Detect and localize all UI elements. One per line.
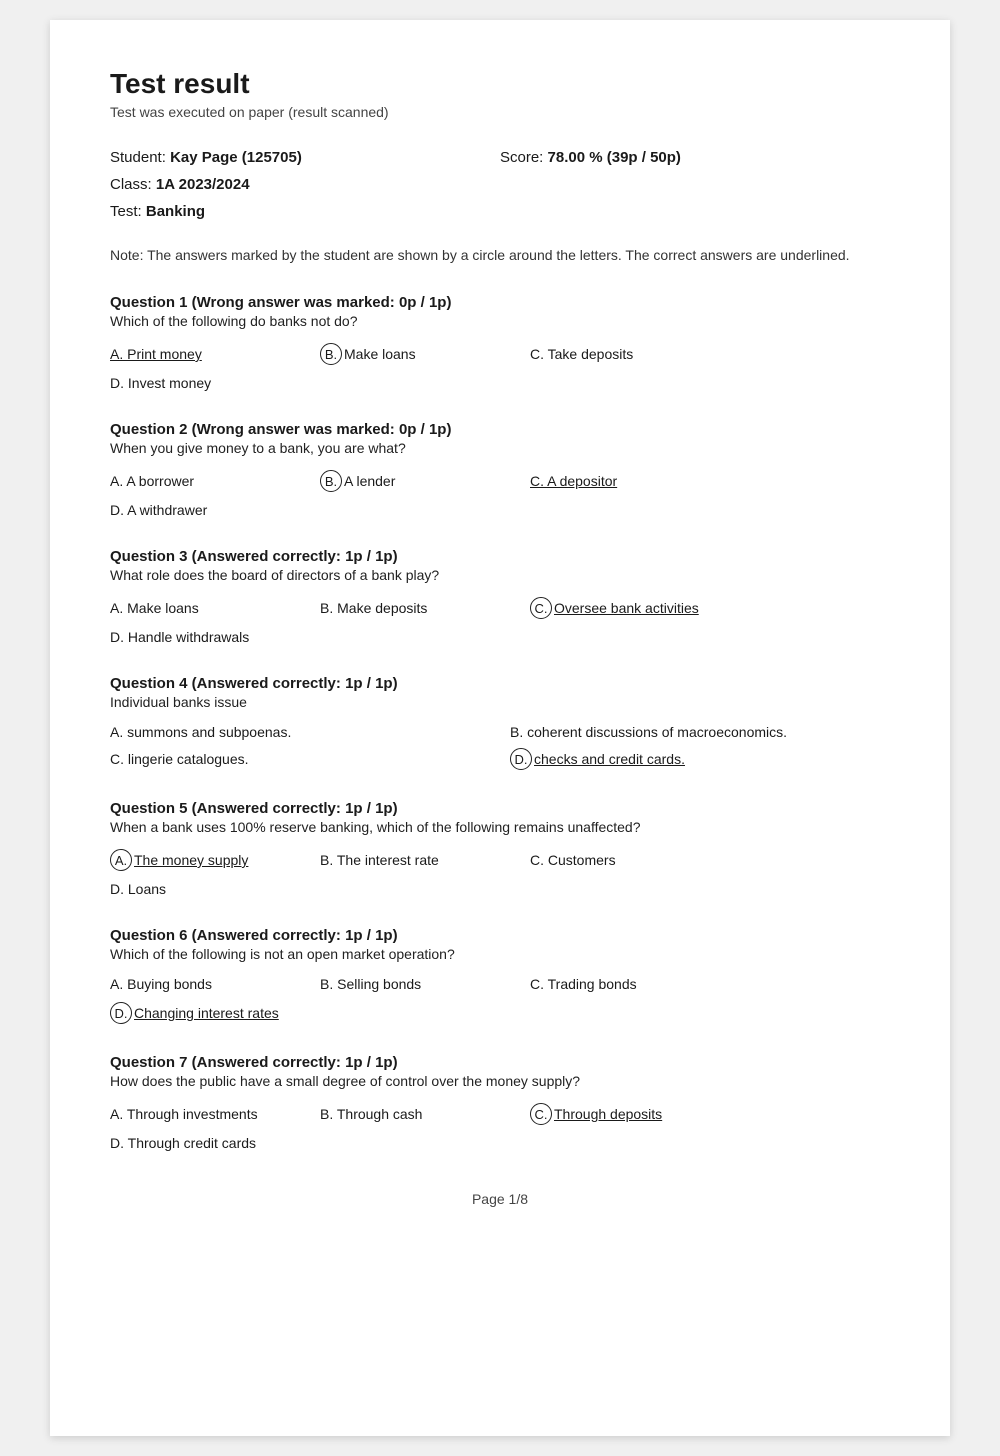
q4-answer-c: C. lingerie catalogues. (110, 748, 490, 770)
q1-header: Question 1 (Wrong answer was marked: 0p … (110, 294, 890, 311)
q1-answer-a: A. Print money (110, 346, 310, 362)
question-4-block: Question 4 (Answered correctly: 1p / 1p)… (110, 675, 890, 770)
score-info-right: Score: 78.00 % (39p / 50p) (500, 144, 890, 225)
circle-b: B. (320, 343, 342, 365)
q2-answer-b: B. A lender (320, 470, 520, 492)
circle-d-q6: D. (110, 1002, 132, 1024)
score-row: Score: 78.00 % (39p / 50p) (500, 144, 890, 171)
q3-answers: A. Make loans B. Make deposits C. Overse… (110, 597, 890, 645)
page-subtitle: Test was executed on paper (result scann… (110, 104, 890, 120)
question-5-block: Question 5 (Answered correctly: 1p / 1p)… (110, 800, 890, 897)
question-7-block: Question 7 (Answered correctly: 1p / 1p)… (110, 1054, 890, 1151)
test-result-page: Test result Test was executed on paper (… (50, 20, 950, 1436)
q6-answer-a: A. Buying bonds (110, 976, 310, 992)
q2-header: Question 2 (Wrong answer was marked: 0p … (110, 421, 890, 438)
q7-answers: A. Through investments B. Through cash C… (110, 1103, 890, 1151)
q5-answer-b: B. The interest rate (320, 852, 520, 868)
q2-answers: A. A borrower B. A lender C. A depositor… (110, 470, 890, 518)
q5-header: Question 5 (Answered correctly: 1p / 1p) (110, 800, 890, 817)
student-info: Student: Kay Page (125705) Class: 1A 202… (110, 144, 890, 225)
student-row: Student: Kay Page (125705) (110, 144, 500, 171)
page-footer: Page 1/8 (110, 1191, 890, 1207)
q7-text: How does the public have a small degree … (110, 1073, 890, 1089)
q5-text: When a bank uses 100% reserve banking, w… (110, 819, 890, 835)
q3-answer-d: D. Handle withdrawals (110, 629, 310, 645)
q2-text: When you give money to a bank, you are w… (110, 440, 890, 456)
note-text: Note: The answers marked by the student … (110, 245, 890, 266)
q6-answers: A. Buying bonds B. Selling bonds C. Trad… (110, 976, 890, 1024)
q3-header: Question 3 (Answered correctly: 1p / 1p) (110, 548, 890, 565)
q1-answers: A. Print money B. Make loans C. Take dep… (110, 343, 890, 391)
q3-answer-b: B. Make deposits (320, 600, 520, 616)
q7-answer-a: A. Through investments (110, 1106, 310, 1122)
q3-answer-a: A. Make loans (110, 600, 310, 616)
student-info-left: Student: Kay Page (125705) Class: 1A 202… (110, 144, 500, 225)
q6-header: Question 6 (Answered correctly: 1p / 1p) (110, 927, 890, 944)
q5-answer-a: A. The money supply (110, 849, 310, 871)
question-6-block: Question 6 (Answered correctly: 1p / 1p)… (110, 927, 890, 1024)
q4-answer-d: D. checks and credit cards. (510, 748, 890, 770)
q7-answer-c: C. Through deposits (530, 1103, 730, 1125)
circle-a-q5: A. (110, 849, 132, 871)
q1-text: Which of the following do banks not do? (110, 313, 890, 329)
q4-text: Individual banks issue (110, 694, 890, 710)
q5-answers: A. The money supply B. The interest rate… (110, 849, 890, 897)
test-row: Test: Banking (110, 198, 500, 225)
q4-answers: A. summons and subpoenas. B. coherent di… (110, 724, 890, 770)
page-title: Test result (110, 68, 890, 100)
question-2-block: Question 2 (Wrong answer was marked: 0p … (110, 421, 890, 518)
q3-text: What role does the board of directors of… (110, 567, 890, 583)
question-3-block: Question 3 (Answered correctly: 1p / 1p)… (110, 548, 890, 645)
q6-text: Which of the following is not an open ma… (110, 946, 890, 962)
q2-answer-c: C. A depositor (530, 473, 730, 489)
q1-answer-b: B. Make loans (320, 343, 520, 365)
circle-c-q7: C. (530, 1103, 552, 1125)
q6-answer-b: B. Selling bonds (320, 976, 520, 992)
circle-d-q4: D. (510, 748, 532, 770)
q5-answer-c: C. Customers (530, 852, 730, 868)
circle-c-q3: C. (530, 597, 552, 619)
question-1-block: Question 1 (Wrong answer was marked: 0p … (110, 294, 890, 391)
q7-answer-d: D. Through credit cards (110, 1135, 310, 1151)
q6-answer-c: C. Trading bonds (530, 976, 730, 992)
q1-answer-d: D. Invest money (110, 375, 310, 391)
q7-answer-b: B. Through cash (320, 1106, 520, 1122)
q4-header: Question 4 (Answered correctly: 1p / 1p) (110, 675, 890, 692)
q6-answer-d: D. Changing interest rates (110, 1002, 310, 1024)
q4-answer-b: B. coherent discussions of macroeconomic… (510, 724, 890, 740)
q2-answer-d: D. A withdrawer (110, 502, 310, 518)
class-row: Class: 1A 2023/2024 (110, 171, 500, 198)
q5-answer-d: D. Loans (110, 881, 310, 897)
q4-answer-a: A. summons and subpoenas. (110, 724, 490, 740)
q1-answer-c: C. Take deposits (530, 346, 730, 362)
q7-header: Question 7 (Answered correctly: 1p / 1p) (110, 1054, 890, 1071)
q2-answer-a: A. A borrower (110, 473, 310, 489)
circle-b-q2: B. (320, 470, 342, 492)
q3-answer-c: C. Oversee bank activities (530, 597, 730, 619)
